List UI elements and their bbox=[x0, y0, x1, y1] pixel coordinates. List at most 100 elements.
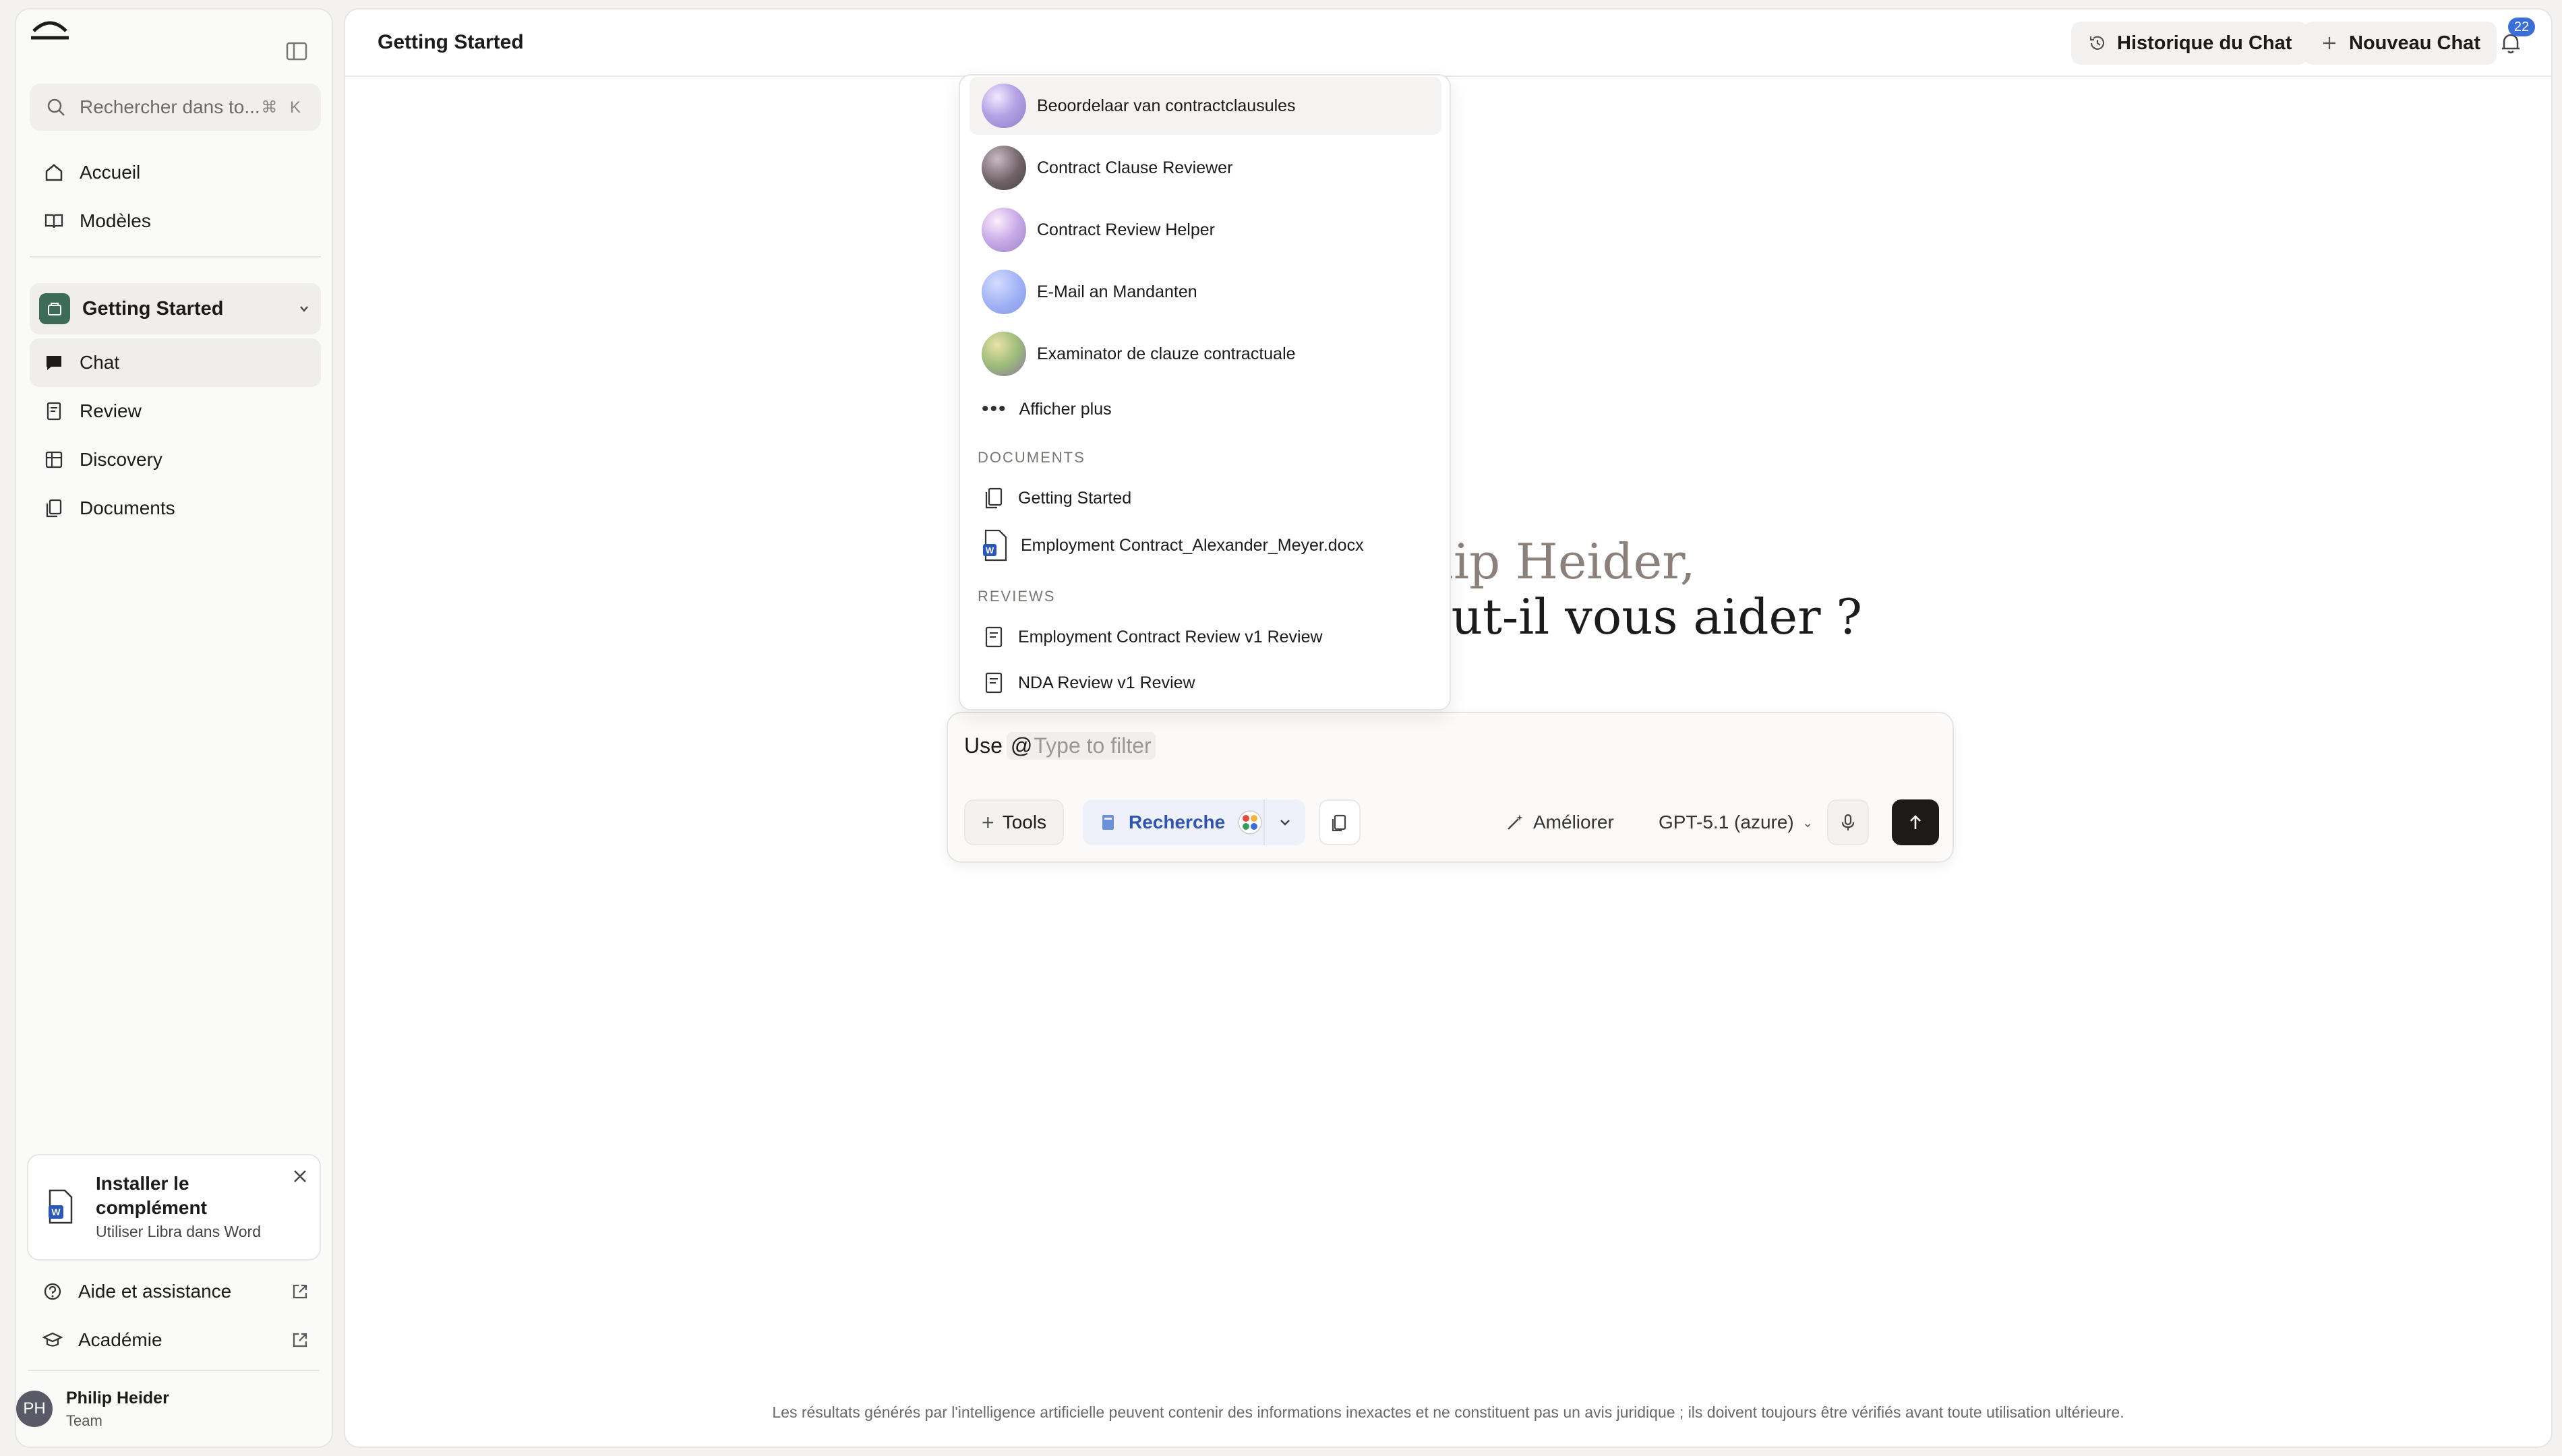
assistant-label: Beoordelaar van contractclausules bbox=[1037, 96, 1296, 115]
promo-title: Installer le complément bbox=[96, 1173, 207, 1218]
review-item[interactable]: Employment Contract Review v1 Review bbox=[970, 615, 1441, 659]
nav-label: Review bbox=[80, 400, 142, 421]
notification-badge: 22 bbox=[2508, 18, 2535, 36]
nav-item-discovery[interactable]: Discovery bbox=[30, 435, 321, 484]
sidebar-divider bbox=[28, 1370, 320, 1371]
review-label: Employment Contract Review v1 Review bbox=[1018, 627, 1323, 646]
chevron-down-icon bbox=[1278, 815, 1292, 830]
academy-link[interactable]: Académie bbox=[28, 1316, 320, 1364]
external-link-icon bbox=[290, 1330, 310, 1350]
mention-dropdown: Beoordelaar van contractclausules Contra… bbox=[959, 74, 1451, 710]
assistant-avatar-icon bbox=[982, 208, 1026, 252]
input-prefix: Use bbox=[964, 733, 1003, 758]
research-dropdown-button[interactable] bbox=[1263, 799, 1305, 845]
assistant-label: E-Mail an Mandanten bbox=[1037, 282, 1197, 301]
nav-workspace: Chat Review Discovery Documents bbox=[30, 338, 321, 533]
improve-button[interactable]: Améliorer bbox=[1498, 799, 1621, 845]
greeting-line-2: eut-il vous aider ? bbox=[1423, 588, 1862, 645]
chat-input[interactable]: Use @ Type to filter bbox=[964, 732, 1156, 760]
nav-item-review[interactable]: Review bbox=[30, 387, 321, 435]
section-header-documents: DOCUMENTS bbox=[978, 449, 1085, 466]
assistant-avatar-icon bbox=[982, 270, 1026, 314]
libra-logo-icon[interactable] bbox=[30, 16, 70, 47]
nav-item-documents[interactable]: Documents bbox=[30, 484, 321, 533]
mention-placeholder: Type to filter bbox=[1034, 733, 1152, 758]
assistant-item[interactable]: Contract Review Helper bbox=[970, 201, 1441, 259]
assistant-label: Examinator de clauze contractuale bbox=[1037, 344, 1296, 363]
external-link-icon bbox=[290, 1281, 310, 1302]
word-doc-icon: W bbox=[982, 529, 1009, 562]
page-title: Getting Started bbox=[378, 31, 524, 53]
review-icon bbox=[43, 400, 65, 422]
review-icon bbox=[982, 625, 1006, 649]
document-label: Getting Started bbox=[1018, 488, 1132, 508]
nav-item-modeles[interactable]: Modèles bbox=[30, 197, 321, 245]
assistant-item[interactable]: E-Mail an Mandanten bbox=[970, 263, 1441, 321]
book-icon bbox=[43, 210, 65, 232]
attach-document-icon bbox=[1330, 812, 1350, 832]
word-doc-icon: W bbox=[47, 1189, 74, 1224]
review-label: NDA Review v1 Review bbox=[1018, 673, 1195, 692]
nav-label: Discovery bbox=[80, 449, 162, 470]
chat-composer: Use @ Type to filter + Tools Recherche A… bbox=[947, 712, 1954, 863]
svg-text:W: W bbox=[51, 1207, 61, 1217]
document-label: Employment Contract_Alexander_Meyer.docx bbox=[1021, 535, 1364, 555]
workspace-selector[interactable]: Getting Started bbox=[30, 283, 321, 334]
assistant-avatar-icon bbox=[982, 332, 1026, 376]
assistant-avatar-icon bbox=[982, 146, 1026, 190]
history-icon bbox=[2087, 33, 2108, 53]
assistant-label: Contract Review Helper bbox=[1037, 220, 1215, 239]
review-item[interactable]: NDA Review v1 Review bbox=[970, 661, 1441, 705]
nav-item-chat[interactable]: Chat bbox=[30, 338, 321, 387]
svg-text:W: W bbox=[986, 545, 994, 555]
plus-icon: + bbox=[982, 810, 994, 835]
chat-history-button[interactable]: Historique du Chat bbox=[2071, 22, 2308, 65]
show-more-button[interactable]: ••• Afficher plus bbox=[970, 387, 1441, 431]
send-button[interactable] bbox=[1892, 799, 1939, 845]
new-chat-button[interactable]: Nouveau Chat bbox=[2303, 22, 2497, 65]
ai-disclaimer: Les résultats générés par l'intelligence… bbox=[772, 1403, 2124, 1421]
mention-at: @ bbox=[1010, 733, 1033, 758]
attach-document-button[interactable] bbox=[1319, 799, 1361, 845]
assistant-item[interactable]: Contract Clause Reviewer bbox=[970, 139, 1441, 197]
tools-button[interactable]: + Tools bbox=[964, 799, 1065, 845]
microphone-button[interactable] bbox=[1827, 799, 1869, 845]
help-label: Aide et assistance bbox=[78, 1281, 232, 1302]
more-dots-icon: ••• bbox=[982, 398, 1007, 420]
improve-label: Améliorer bbox=[1533, 812, 1614, 832]
assistant-item[interactable]: Beoordelaar van contractclausules bbox=[970, 77, 1441, 135]
sidebar-collapse-icon[interactable] bbox=[283, 38, 310, 65]
nav-top: Accueil Modèles bbox=[30, 148, 321, 245]
chat-icon bbox=[43, 352, 65, 373]
model-label: GPT-5.1 (azure) bbox=[1659, 812, 1794, 832]
home-icon bbox=[43, 162, 65, 183]
nav-item-accueil[interactable]: Accueil bbox=[30, 148, 321, 197]
folder-doc-icon bbox=[982, 486, 1006, 510]
nav-label: Accueil bbox=[80, 162, 141, 183]
show-more-label: Afficher plus bbox=[1019, 399, 1112, 419]
research-button[interactable]: Recherche bbox=[1083, 799, 1278, 845]
arrow-up-icon bbox=[1905, 812, 1926, 832]
main-panel: Getting Started Historique du Chat Nouve… bbox=[344, 8, 2553, 1448]
addin-promo-card[interactable]: W Installer le complément Utiliser Libra… bbox=[27, 1154, 321, 1261]
search-input[interactable]: Rechercher dans to... ⌘ K bbox=[30, 84, 321, 131]
assistant-label: Contract Clause Reviewer bbox=[1037, 158, 1233, 177]
close-icon[interactable] bbox=[290, 1166, 310, 1186]
research-book-icon bbox=[1098, 812, 1118, 832]
help-link[interactable]: Aide et assistance bbox=[28, 1267, 320, 1316]
document-item[interactable]: Getting Started bbox=[970, 476, 1441, 520]
plus-icon bbox=[2319, 33, 2340, 53]
mention-filter[interactable]: @ Type to filter bbox=[1006, 732, 1156, 760]
assistant-avatar-icon bbox=[982, 84, 1026, 128]
new-chat-label: Nouveau Chat bbox=[2349, 32, 2480, 54]
document-item[interactable]: W Employment Contract_Alexander_Meyer.do… bbox=[970, 523, 1441, 568]
table-icon bbox=[43, 449, 65, 471]
user-profile[interactable]: PH Philip Heider Team bbox=[16, 1383, 306, 1434]
sources-icon bbox=[1237, 810, 1263, 835]
assistant-item[interactable]: Examinator de clauze contractuale bbox=[970, 325, 1441, 383]
workspace-label: Getting Started bbox=[82, 297, 224, 320]
search-shortcut: ⌘ K bbox=[261, 98, 305, 117]
help-icon bbox=[42, 1281, 63, 1302]
model-selector[interactable]: GPT-5.1 (azure) ⌄ bbox=[1652, 799, 1820, 845]
search-placeholder: Rechercher dans to... bbox=[80, 96, 260, 117]
